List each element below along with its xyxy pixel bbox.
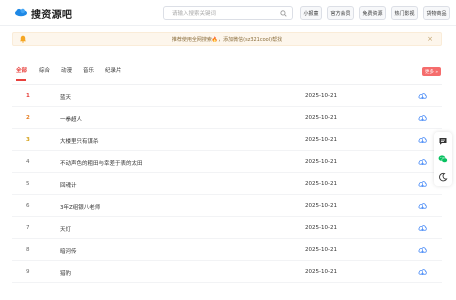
cloud-download-icon[interactable] xyxy=(418,180,427,188)
resource-date: 2025-10-21 xyxy=(305,247,337,253)
notice-bar: 推荐使用全网搜索🔥，添加微信(sz321cool)帮找 × xyxy=(12,32,442,46)
list-item[interactable]: 1 蓝天 2025-10-21 xyxy=(12,85,442,107)
nav-button-hot-movies[interactable]: 热门影视 xyxy=(391,6,418,20)
cloud-download-icon[interactable] xyxy=(418,136,427,144)
search-icon[interactable] xyxy=(280,10,287,17)
search-placeholder: 请输入搜索关键词 xyxy=(172,11,217,17)
rank-number: 6 xyxy=(26,203,30,209)
list-item[interactable]: 8 暗河传 2025-10-21 xyxy=(12,239,442,261)
resource-date: 2025-10-21 xyxy=(305,181,337,187)
moon-icon[interactable] xyxy=(438,172,448,182)
nav-button-goods[interactable]: 货物商品 xyxy=(423,6,450,20)
cloud-download-icon[interactable] xyxy=(418,246,427,254)
resource-title[interactable]: 大楼里只有谋杀 xyxy=(60,137,99,145)
list-item[interactable]: 3 大楼里只有谋杀 2025-10-21 xyxy=(12,129,442,151)
rank-number: 9 xyxy=(26,269,30,275)
tab-general[interactable]: 综合 xyxy=(39,66,50,74)
search-input[interactable]: 请输入搜索关键词 xyxy=(163,6,293,20)
list-item[interactable]: 6 3年Z组银八老师 2025-10-21 xyxy=(12,195,442,217)
rank-number: 3 xyxy=(26,137,30,143)
rank-number: 5 xyxy=(26,181,30,187)
tab-music[interactable]: 音乐 xyxy=(83,66,94,74)
active-tab-indicator xyxy=(16,79,26,81)
resource-date: 2025-10-21 xyxy=(305,225,337,231)
side-toolbar xyxy=(434,132,452,186)
cloud-download-icon[interactable] xyxy=(418,202,427,210)
resource-title[interactable]: 猎豹 xyxy=(60,269,71,277)
tab-documentary[interactable]: 纪录片 xyxy=(105,66,122,74)
cloud-logo-icon[interactable] xyxy=(14,7,28,17)
list-item[interactable]: 7 天灯 2025-10-21 xyxy=(12,217,442,239)
cloud-download-icon[interactable] xyxy=(418,268,427,276)
rank-number: 1 xyxy=(26,93,30,99)
resource-date: 2025-10-21 xyxy=(305,159,337,165)
rank-number: 4 xyxy=(26,159,30,165)
tab-anime[interactable]: 动漫 xyxy=(61,66,72,74)
resource-title[interactable]: 一拳超人 xyxy=(60,115,82,123)
nav-button-free-resources[interactable]: 免费资源 xyxy=(359,6,386,20)
cloud-download-icon[interactable] xyxy=(418,114,427,122)
rank-number: 8 xyxy=(26,247,30,253)
resource-date: 2025-10-21 xyxy=(305,137,337,143)
list-item[interactable]: 5 回魂计 2025-10-21 xyxy=(12,173,442,195)
resource-title[interactable]: 回魂计 xyxy=(60,181,77,189)
rank-number: 2 xyxy=(26,115,30,121)
close-icon[interactable]: × xyxy=(427,35,433,43)
resource-date: 2025-10-21 xyxy=(305,203,337,209)
notice-text: 推荐使用全网搜索🔥，添加微信(sz321cool)帮找 xyxy=(171,37,283,43)
top-header: 搜资源吧 请输入搜索关键词 小报童 官方会员 免费资源 热门影视 货物商品 xyxy=(0,0,456,26)
cloud-download-icon[interactable] xyxy=(418,224,427,232)
resource-date: 2025-10-21 xyxy=(305,93,337,99)
resource-list: 1 蓝天 2025-10-21 2 一拳超人 2025-10-21 3 大楼里只… xyxy=(12,84,442,283)
nav-button-xiaobaotong[interactable]: 小报童 xyxy=(300,6,322,20)
resource-title[interactable]: 不动声色的粗田与幸差于表的太田 xyxy=(60,159,143,167)
list-item[interactable]: 4 不动声色的粗田与幸差于表的太田 2025-10-21 xyxy=(12,151,442,173)
wechat-icon[interactable] xyxy=(438,154,448,164)
resource-date: 2025-10-21 xyxy=(305,115,337,121)
resource-title[interactable]: 3年Z组银八老师 xyxy=(60,203,100,211)
site-brand-name[interactable]: 搜资源吧 xyxy=(31,6,72,21)
rank-number: 7 xyxy=(26,225,30,231)
resource-date: 2025-10-21 xyxy=(305,269,337,275)
tab-all[interactable]: 全部 xyxy=(16,66,27,74)
resource-title[interactable]: 天灯 xyxy=(60,225,71,233)
message-icon[interactable] xyxy=(438,136,448,146)
nav-button-official-member[interactable]: 官方会员 xyxy=(327,6,354,20)
cloud-download-icon[interactable] xyxy=(418,92,427,100)
resource-title[interactable]: 暗河传 xyxy=(60,247,77,255)
more-button[interactable]: 更多 » xyxy=(422,67,441,76)
list-item[interactable]: 2 一拳超人 2025-10-21 xyxy=(12,107,442,129)
cloud-download-icon[interactable] xyxy=(418,158,427,166)
resource-title[interactable]: 蓝天 xyxy=(60,93,71,101)
list-item[interactable]: 9 猎豹 2025-10-21 xyxy=(12,261,442,283)
